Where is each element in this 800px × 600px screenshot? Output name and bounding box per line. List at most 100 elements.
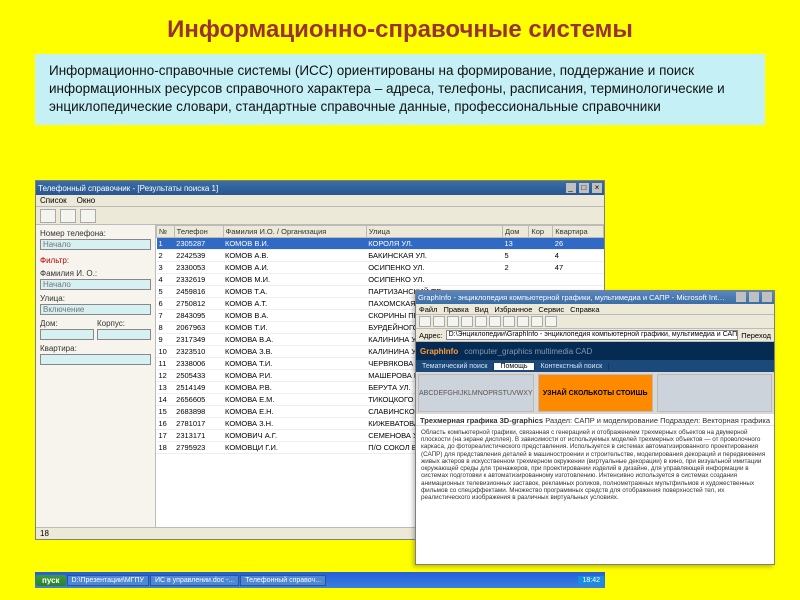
minimize-icon[interactable]: _: [566, 183, 576, 193]
screenshots-area: Телефонный справочник - [Результаты поис…: [35, 180, 765, 588]
menu-item[interactable]: Правка: [443, 305, 468, 314]
taskbar-item[interactable]: Телефонный справоч...: [240, 575, 326, 586]
fio-label: Фамилия И. О.:: [40, 269, 151, 278]
column-header[interactable]: №: [157, 226, 175, 238]
table-cell: 47: [553, 262, 604, 274]
print-icon[interactable]: [545, 316, 557, 327]
menu-item[interactable]: Избранное: [494, 305, 532, 314]
stop-icon[interactable]: [447, 316, 459, 327]
app1-title: Телефонный справочник - [Результаты поис…: [38, 184, 218, 193]
column-header[interactable]: Кор: [529, 226, 553, 238]
table-cell: КОМОВА З.В.: [223, 346, 366, 358]
table-cell: 5: [157, 286, 175, 298]
browser-toolbar: [416, 315, 774, 329]
tab-context-search[interactable]: Контекстный поиск: [535, 363, 610, 370]
close-icon[interactable]: ×: [592, 183, 602, 193]
block-input[interactable]: [97, 329, 151, 340]
close-icon[interactable]: [762, 292, 772, 302]
lede-text: Информационно-справочные системы (ИСС) о…: [49, 63, 725, 114]
minimize-icon[interactable]: [736, 292, 746, 302]
promo-banner[interactable]: УЗНАЙ СКОЛЬКО ТЫ СТОИШЬ: [538, 374, 653, 412]
column-header[interactable]: Дом: [502, 226, 528, 238]
menu-item[interactable]: Сервис: [538, 305, 564, 314]
menu-item[interactable]: Справка: [570, 305, 599, 314]
table-cell: 2: [157, 250, 175, 262]
street-input[interactable]: [40, 304, 151, 315]
table-cell: КОМОВА Е.Н.: [223, 406, 366, 418]
house-label: Дом:: [40, 319, 94, 328]
toolbar-button[interactable]: [60, 209, 76, 223]
home-icon[interactable]: [475, 316, 487, 327]
page-content: GraphInfo computer_graphics multimedia C…: [416, 342, 774, 564]
table-cell: КОМОВЦИ Г.И.: [223, 442, 366, 454]
search-icon[interactable]: [489, 316, 501, 327]
banner-sub: computer_graphics multimedia CAD: [464, 347, 592, 356]
address-input[interactable]: D:\Энциклопедии\GraphInfo - энциклопедия…: [446, 330, 739, 340]
forward-icon[interactable]: [433, 316, 445, 327]
table-row[interactable]: 22242539КОМОВ А.В.БАКИНСКАЯ УЛ.54: [157, 250, 604, 262]
table-row[interactable]: 32330053КОМОВ А.И.ОСИПЕНКО УЛ.247: [157, 262, 604, 274]
back-icon[interactable]: [419, 316, 431, 327]
flat-label: Квартира:: [40, 344, 151, 353]
table-cell: 2: [502, 262, 528, 274]
phone-label: Номер телефона:: [40, 229, 151, 238]
tab-thematic-search[interactable]: Тематический поиск: [416, 363, 494, 370]
refresh-icon[interactable]: [461, 316, 473, 327]
column-header[interactable]: Фамилия И.О. / Организация: [223, 226, 366, 238]
taskbar-item[interactable]: D:\Презентации\МГПУ: [67, 575, 149, 586]
menu-item[interactable]: Окно: [77, 196, 96, 205]
page-title: Информационно-справочные системы: [0, 0, 800, 54]
table-cell: 13: [157, 382, 175, 394]
table-cell: КОМОВ М.И.: [223, 274, 366, 286]
table-row[interactable]: 42332619КОМОВ М.И.ОСИПЕНКО УЛ.: [157, 274, 604, 286]
table-cell: КОМОВА З.Н.: [223, 418, 366, 430]
app1-menubar: Список Окно: [36, 195, 604, 207]
table-cell: 6: [157, 298, 175, 310]
article-body: Область компьютерной графики, связанная …: [416, 426, 774, 564]
window-controls[interactable]: [735, 292, 772, 304]
taskbar-item[interactable]: ИС в управлении.doc -...: [150, 575, 239, 586]
menu-item[interactable]: Вид: [475, 305, 489, 314]
article-title: Трехмерная графика 3D-graphics: [420, 416, 543, 425]
addr-label: Адрес:: [419, 331, 443, 340]
table-cell: КОМОВА Р.В.: [223, 382, 366, 394]
taskbar: пуск D:\Презентации\МГПУ ИС в управлении…: [35, 572, 605, 588]
maximize-icon[interactable]: □: [579, 183, 589, 193]
mail-icon[interactable]: [531, 316, 543, 327]
flat-input[interactable]: [40, 354, 151, 365]
menu-item[interactable]: Файл: [419, 305, 437, 314]
favorites-icon[interactable]: [503, 316, 515, 327]
column-header[interactable]: Телефон: [174, 226, 223, 238]
table-cell: КОМОВА Е.М.: [223, 394, 366, 406]
filter-label: Фильтр:: [40, 256, 151, 265]
table-cell: 18: [157, 442, 175, 454]
history-icon[interactable]: [517, 316, 529, 327]
table-cell: 13: [502, 238, 528, 250]
menu-item[interactable]: Список: [40, 196, 67, 205]
window-controls[interactable]: _ □ ×: [565, 183, 602, 193]
phone-input[interactable]: [40, 239, 151, 250]
table-cell: 2843095: [174, 310, 223, 322]
table-cell: 26: [553, 238, 604, 250]
table-row[interactable]: 12305287КОМОВ В.И.КОРОЛЯ УЛ.1326: [157, 238, 604, 250]
column-header[interactable]: Квартира: [553, 226, 604, 238]
address-bar: Адрес: D:\Энциклопедии\GraphInfo - энцик…: [416, 329, 774, 342]
table-cell: КОРОЛЯ УЛ.: [366, 238, 502, 250]
printer-icon[interactable]: [80, 209, 96, 223]
column-header[interactable]: Улица: [366, 226, 502, 238]
start-button[interactable]: пуск: [36, 575, 66, 586]
table-cell: 2459816: [174, 286, 223, 298]
maximize-icon[interactable]: [749, 292, 759, 302]
table-cell: 15: [157, 406, 175, 418]
fio-input[interactable]: [40, 279, 151, 290]
toolbar-button[interactable]: [40, 209, 56, 223]
table-cell: 2781017: [174, 418, 223, 430]
go-button[interactable]: Переход: [741, 331, 771, 340]
table-cell: 4: [553, 250, 604, 262]
table-cell: КОМОВ А.И.: [223, 262, 366, 274]
tab-help[interactable]: Помощь: [494, 363, 534, 370]
promo-line1: УЗНАЙ СКОЛЬКО: [543, 390, 603, 397]
table-cell: 2505433: [174, 370, 223, 382]
house-input[interactable]: [40, 329, 94, 340]
system-tray[interactable]: 18:42: [578, 576, 604, 585]
